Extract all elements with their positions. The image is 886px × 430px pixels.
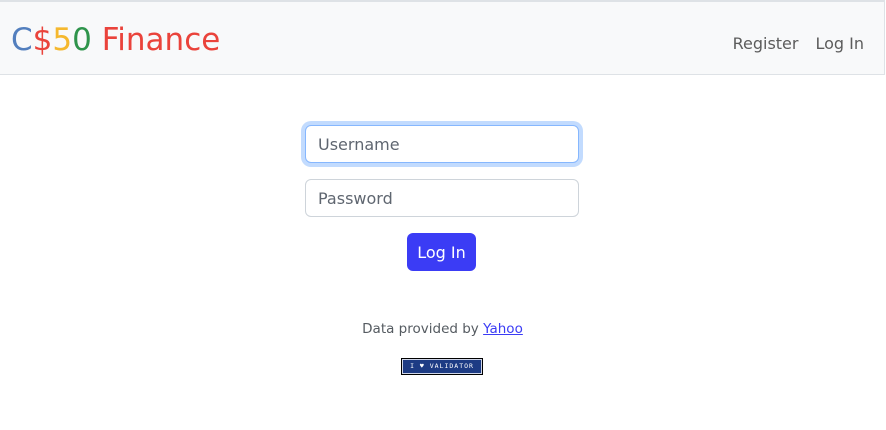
brand-letter-c: C <box>11 22 33 58</box>
navbar: C$50 Finance Register Log In <box>0 0 885 75</box>
nav-register-link[interactable]: Register <box>733 32 799 56</box>
username-input[interactable] <box>305 125 579 163</box>
yahoo-link[interactable]: Yahoo <box>483 321 523 337</box>
footer-attribution: Data provided by Yahoo <box>0 320 885 338</box>
brand-letter-five: 5 <box>52 22 73 58</box>
brand-letter-dollar: $ <box>32 22 53 58</box>
brand-letter-zero: 0 <box>72 22 92 58</box>
nav-links: Register Log In <box>733 32 864 56</box>
password-input[interactable] <box>305 179 579 217</box>
footer-text: Data provided by <box>362 321 484 337</box>
brand-logo[interactable]: C$50 Finance <box>11 20 220 60</box>
nav-login-link[interactable]: Log In <box>815 32 864 56</box>
validator-badge[interactable]: I ♥ VALIDATOR <box>401 358 483 375</box>
login-button[interactable]: Log In <box>407 233 476 271</box>
brand-name: Finance <box>91 22 221 58</box>
